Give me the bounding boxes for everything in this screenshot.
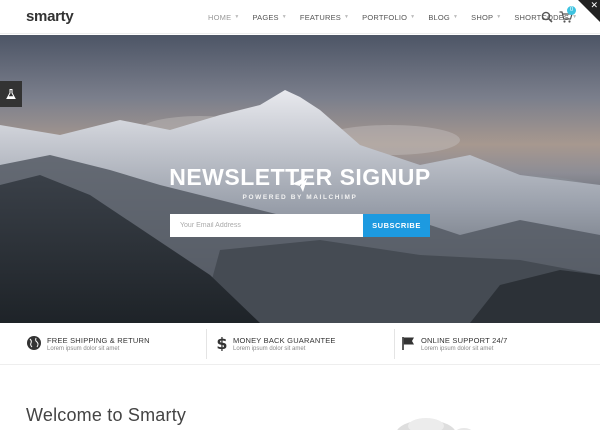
- main-nav: HOME ▼ PAGES ▼ FEATURES ▼ PORTFOLIO ▼ BLOG ▼ …: [208, 0, 590, 34]
- nav-item-label: SHOP: [471, 12, 494, 22]
- search-icon[interactable]: [541, 10, 553, 23]
- chevron-down-icon: ▼: [343, 14, 350, 20]
- dollar-icon: $: [216, 335, 227, 351]
- chevron-down-icon: ▼: [281, 14, 287, 20]
- chevron-down-icon: ▼: [410, 14, 416, 20]
- features-bar: FREE SHIPPING & RETURN Lorem ipsum dolor…: [0, 323, 600, 365]
- chevron-down-icon: ▼: [234, 14, 240, 20]
- nav-item-label: FEATURES: [299, 12, 341, 22]
- newsletter-title: NEWSLETTER SIGNUP: [169, 164, 431, 190]
- nav-item-label: HOME: [208, 12, 232, 22]
- subscribe-button[interactable]: SUBSCRIBE: [363, 214, 430, 237]
- nav-item-shop[interactable]: SHOP ▼: [471, 13, 501, 22]
- nav-item-portfolio[interactable]: PORTFOLIO ▼: [362, 13, 415, 22]
- flag-icon: [402, 337, 414, 350]
- nav-item-home[interactable]: HOME ▼: [208, 13, 239, 22]
- nav-item-features[interactable]: FEATURES ▼: [300, 13, 349, 22]
- feature-desc: Lorem ipsum dolor sit amet: [421, 346, 494, 352]
- nav-item-label: PORTFOLIO: [362, 12, 408, 22]
- nav-item-blog[interactable]: BLOG ▼: [428, 13, 458, 22]
- feature-money-back: $ MONEY BACK GUARANTEE Lorem ipsum dolor…: [214, 323, 394, 365]
- flask-icon: [6, 89, 16, 99]
- product-image: [397, 418, 471, 430]
- feature-online-support: ONLINE SUPPORT 24/7 Lorem ipsum dolor si…: [401, 323, 581, 365]
- svg-text:$: $: [216, 335, 227, 351]
- chevron-down-icon: ▼: [452, 14, 459, 20]
- chevron-down-icon: ▼: [496, 14, 502, 20]
- welcome-heading: Welcome to Smarty: [26, 405, 187, 425]
- close-icon[interactable]: ✕: [590, 0, 598, 10]
- nav-item-pages[interactable]: PAGES ▼: [252, 13, 286, 22]
- divider: [206, 329, 207, 359]
- nav-item-label: PAGES: [252, 12, 279, 22]
- email-input[interactable]: [170, 214, 363, 237]
- feature-desc: Lorem ipsum dolor sit amet: [233, 346, 306, 352]
- cart-count-badge: 0: [567, 6, 576, 15]
- hero-section: NEWSLETTER SIGNUP POWERED BY MAILCHIMP S…: [0, 35, 600, 323]
- side-panel-toggle[interactable]: [0, 81, 22, 107]
- newsletter-subtitle: POWERED BY MAILCHIMP: [242, 194, 358, 201]
- feature-title: FREE SHIPPING & RETURN: [47, 336, 150, 345]
- site-header: smarty HOME ▼ PAGES ▼ FEATURES ▼ PORTFOLIO ▼…: [0, 0, 600, 34]
- feature-title: ONLINE SUPPORT 24/7: [421, 336, 508, 345]
- nav-item-label: BLOG: [428, 12, 450, 22]
- globe-icon: [27, 336, 41, 350]
- divider: [394, 329, 395, 359]
- feature-free-shipping: FREE SHIPPING & RETURN Lorem ipsum dolor…: [26, 323, 206, 365]
- site-logo[interactable]: smarty: [26, 8, 74, 25]
- feature-desc: Lorem ipsum dolor sit amet: [47, 346, 120, 352]
- feature-title: MONEY BACK GUARANTEE: [233, 336, 336, 345]
